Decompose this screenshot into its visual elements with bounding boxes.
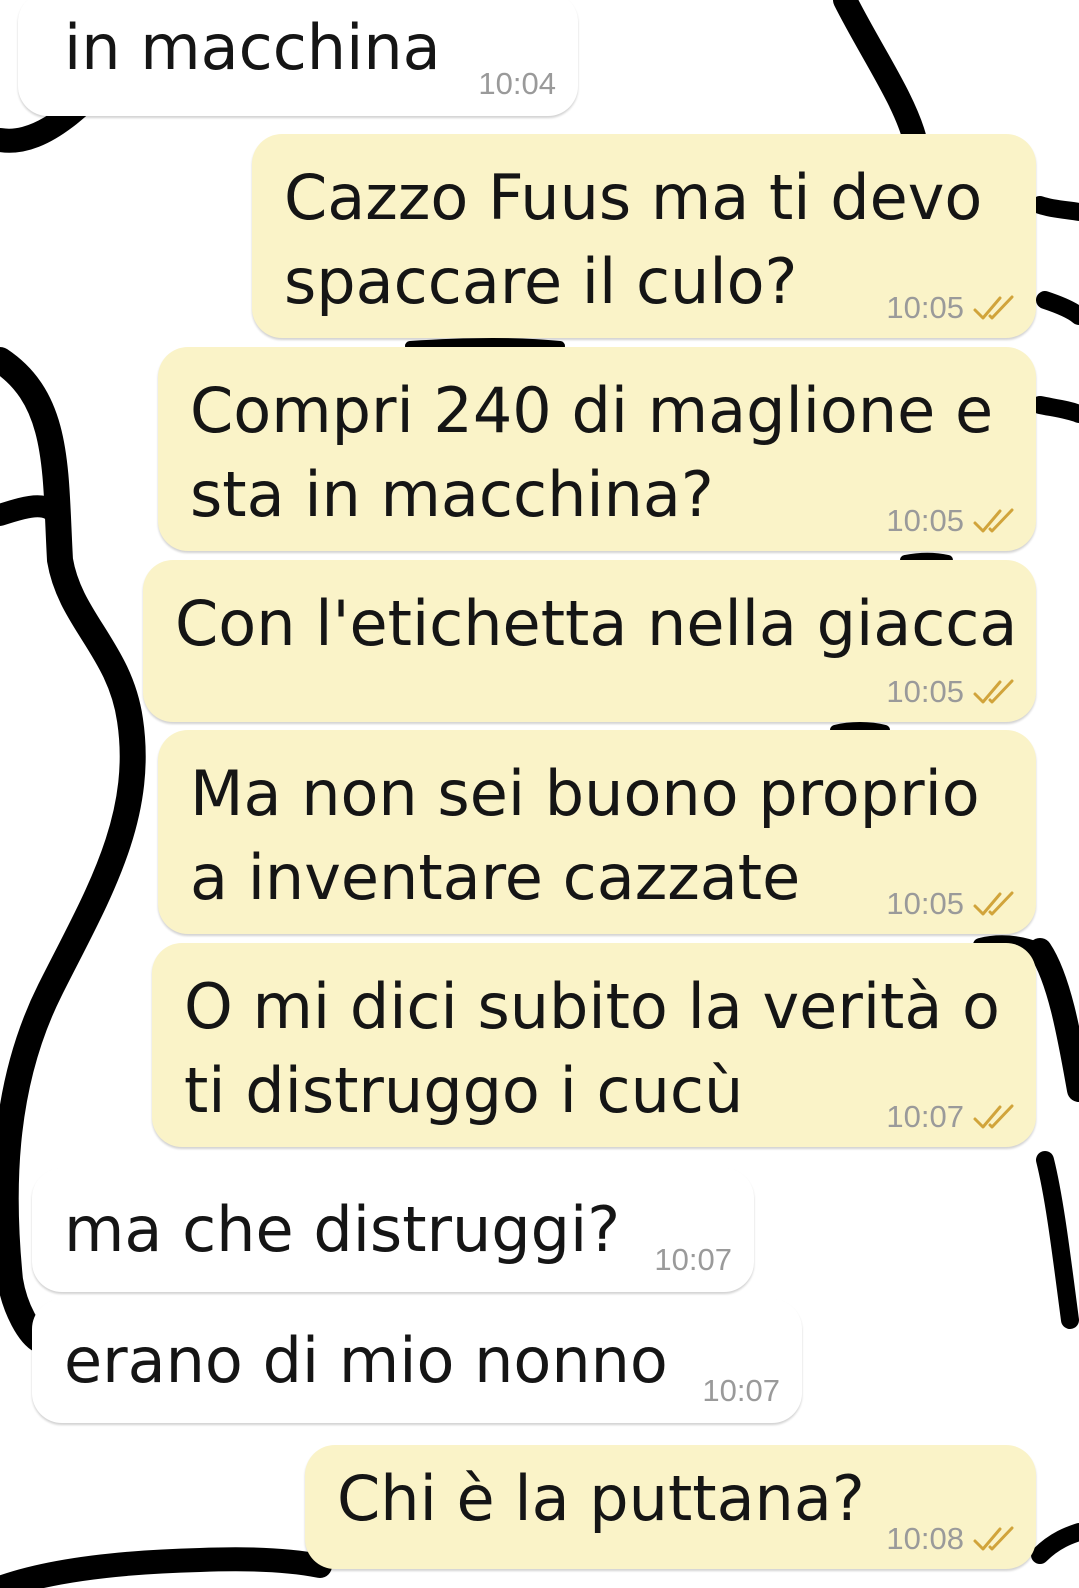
message-timestamp: 10:05 [886, 503, 964, 538]
message-text: in macchina [64, 6, 441, 90]
outgoing-message-bubble[interactable]: Ma non sei buono proprio a inventare cazz… [158, 730, 1036, 934]
outgoing-message-bubble[interactable]: Con l'etichetta nella giacca 10:05 [143, 560, 1036, 722]
message-meta: 10:07 [654, 1242, 732, 1278]
message-meta: 10:07 [702, 1373, 780, 1409]
double-check-icon [973, 1526, 1014, 1551]
message-text-line: ma che distruggi? [64, 1193, 621, 1266]
message-text: ma che distruggi? [64, 1188, 620, 1272]
message-text-line: erano di mio nonno [64, 1324, 668, 1397]
double-check-icon [973, 679, 1014, 704]
message-text: O mi dici subito la verità o ti distruggo… [184, 965, 1000, 1133]
outgoing-message-bubble[interactable]: Compri 240 di maglione e sta in macchina?… [158, 347, 1036, 551]
message-meta: 10:08 [886, 1521, 1016, 1557]
message-text-line: Ma non sei buono proprio [190, 757, 980, 830]
double-check-icon [973, 1104, 1014, 1129]
outgoing-message-bubble[interactable]: Chi è la puttana? 10:08 [305, 1445, 1036, 1569]
message-text-line: ti distruggo i cucù [184, 1054, 744, 1127]
outgoing-message-bubble[interactable]: O mi dici subito la verità o ti distruggo… [152, 943, 1036, 1147]
message-timestamp: 10:08 [886, 1521, 964, 1556]
incoming-message-bubble[interactable]: ma che distruggi? 10:07 [32, 1168, 754, 1292]
message-text: Compri 240 di maglione e sta in macchina? [190, 369, 993, 537]
message-text: Con l'etichetta nella giacca [175, 582, 1017, 666]
message-meta: 10:05 [886, 503, 1016, 539]
message-text: erano di mio nonno [64, 1319, 668, 1403]
message-timestamp: 10:04 [478, 66, 556, 101]
message-timestamp: 10:07 [702, 1373, 780, 1408]
double-check-icon [973, 508, 1014, 533]
message-text-line: Con l'etichetta nella giacca [175, 587, 1018, 660]
message-text-line: sta in macchina? [190, 458, 714, 531]
message-text-line: Cazzo Fuus ma ti devo [284, 161, 983, 234]
message-timestamp: 10:05 [886, 674, 964, 709]
message-meta: 10:05 [886, 290, 1016, 326]
message-text-line: in macchina [64, 11, 441, 84]
message-meta: 10:05 [886, 674, 1016, 710]
message-text: Cazzo Fuus ma ti devo spaccare il culo? [284, 156, 982, 324]
message-meta: 10:07 [886, 1099, 1016, 1135]
message-timestamp: 10:05 [886, 290, 964, 325]
message-text-line: spaccare il culo? [284, 245, 798, 318]
message-meta: 10:04 [478, 66, 556, 102]
message-text-line: Chi è la puttana? [337, 1462, 865, 1535]
incoming-message-bubble[interactable]: in macchina 10:04 [18, 0, 578, 116]
message-meta: 10:05 [886, 886, 1016, 922]
message-text-line: Compri 240 di maglione e [190, 374, 994, 447]
message-text: Chi è la puttana? [337, 1457, 865, 1541]
message-text: Ma non sei buono proprio a inventare cazz… [190, 752, 980, 920]
incoming-message-bubble[interactable]: erano di mio nonno 10:07 [32, 1299, 802, 1423]
message-timestamp: 10:07 [654, 1242, 732, 1277]
message-timestamp: 10:05 [886, 886, 964, 921]
message-text-line: O mi dici subito la verità o [184, 970, 1000, 1043]
outgoing-message-bubble[interactable]: Cazzo Fuus ma ti devo spaccare il culo? 10… [252, 134, 1036, 338]
double-check-icon [973, 891, 1014, 916]
double-check-icon [973, 295, 1014, 320]
message-text-line: a inventare cazzate [190, 841, 801, 914]
message-timestamp: 10:07 [886, 1099, 964, 1134]
